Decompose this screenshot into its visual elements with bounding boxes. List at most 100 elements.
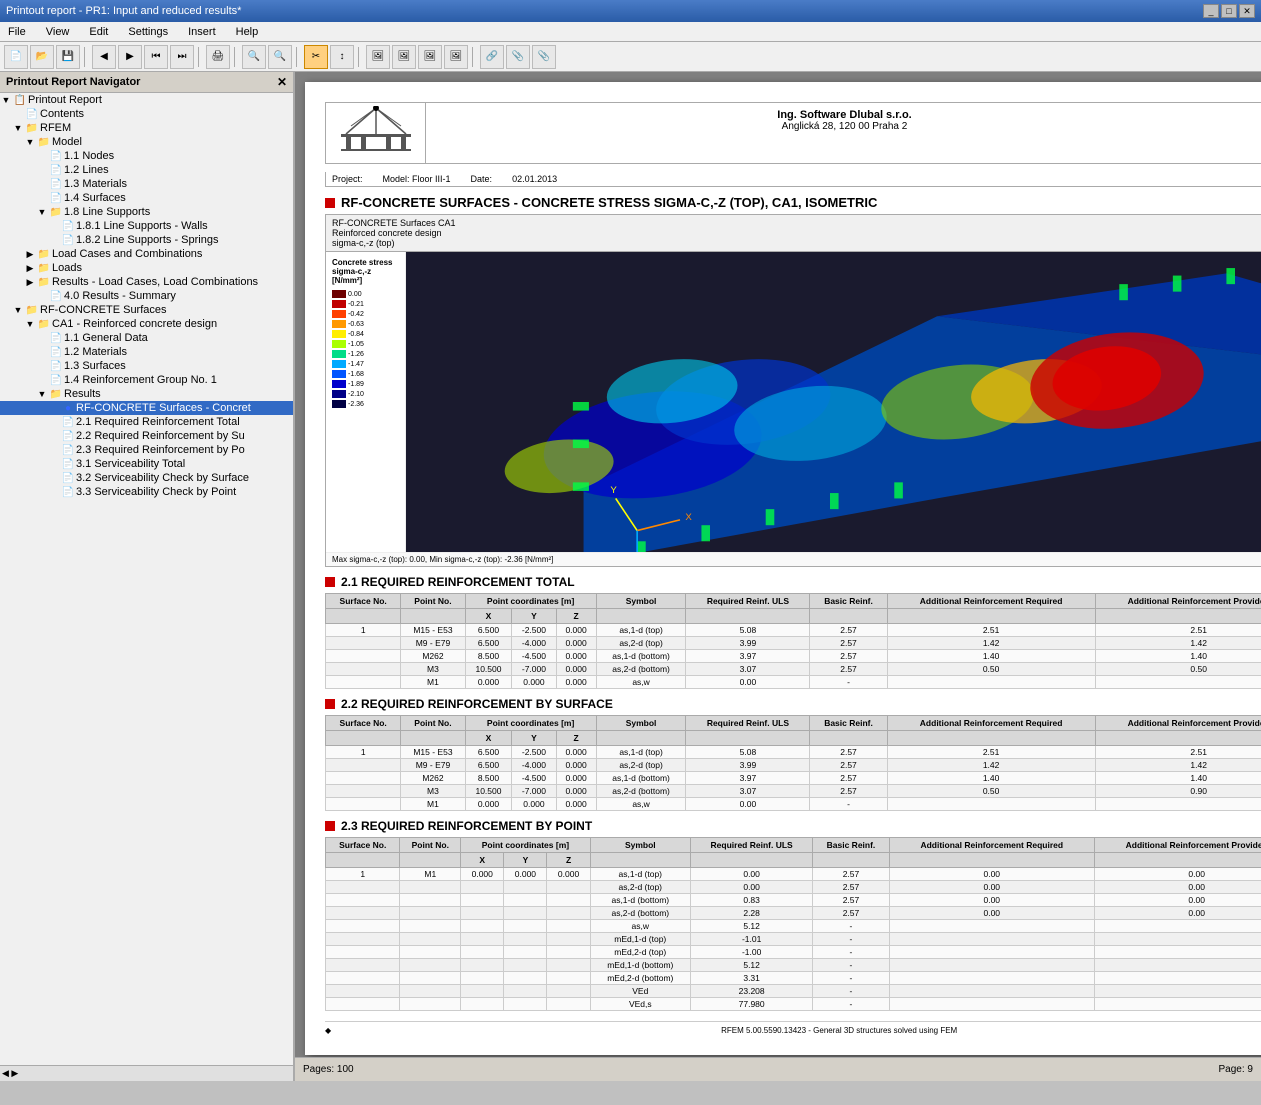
toolbar-open[interactable]: 📂 [30, 45, 54, 69]
table-row: VEd23.208-kN/m [326, 985, 1261, 998]
toolbar-link2[interactable]: 📎 [506, 45, 530, 69]
tree-item-rfem[interactable]: ▼📁RFEM [0, 121, 293, 135]
toolbar-fwd[interactable]: ▶ [118, 45, 142, 69]
table-cell [461, 907, 504, 920]
tree-item-line_supp_walls[interactable]: 📄1.8.1 Line Supports - Walls [0, 219, 293, 233]
toolbar-select[interactable]: ✂ [304, 45, 328, 69]
tree-toggle[interactable]: ▼ [36, 389, 48, 399]
tree-item-results_summary[interactable]: 📄4.0 Results - Summary [0, 289, 293, 303]
menu-settings[interactable]: Settings [124, 24, 172, 40]
panel-scrollbar[interactable]: ◀ ▶ [0, 1065, 293, 1081]
toolbar-save[interactable]: 💾 [56, 45, 80, 69]
toolbar-img3[interactable]: 🖼 [418, 45, 442, 69]
tree-icon: 📄 [48, 347, 64, 358]
minimize-button[interactable]: _ [1203, 4, 1219, 18]
toolbar-move[interactable]: ↕ [330, 45, 354, 69]
tree-toggle[interactable]: ▼ [24, 319, 36, 329]
legend-item: -1.68 [332, 370, 364, 378]
tree-item-reinf_group[interactable]: 📄1.4 Reinforcement Group No. 1 [0, 373, 293, 387]
tree-item-materials2[interactable]: 📄1.2 Materials [0, 345, 293, 359]
table-row: mEd,2-d (top)-1.00-kNm/m [326, 946, 1261, 959]
tree-item-contents[interactable]: 📄Contents [0, 107, 293, 121]
tree-item-nodes[interactable]: 📄1.1 Nodes [0, 149, 293, 163]
tree-item-printout[interactable]: ▼📋Printout Report [0, 93, 293, 107]
table-cell: -1.00 [690, 946, 812, 959]
tree-toggle[interactable]: ▼ [12, 305, 24, 315]
tree-toggle[interactable]: ▼ [36, 207, 48, 217]
tree-toggle[interactable]: ▶ [24, 277, 36, 288]
table-cell: 2.57 [810, 772, 887, 785]
tree-item-surfaces[interactable]: 📄1.4 Surfaces [0, 191, 293, 205]
maximize-button[interactable]: □ [1221, 4, 1237, 18]
image-header: RF-CONCRETE Surfaces CA1 Reinforced conc… [326, 215, 1261, 252]
toolbar-link1[interactable]: 🔗 [480, 45, 504, 69]
toolbar-img1[interactable]: 🖼 [366, 45, 390, 69]
tree-toggle[interactable]: ▼ [12, 123, 24, 133]
close-button[interactable]: ✕ [1239, 4, 1255, 18]
table-cell: 2.57 [813, 907, 889, 920]
table-cell: -4.500 [512, 772, 556, 785]
toolbar-zoom[interactable]: 🔍 [268, 45, 292, 69]
table-cell: as,w [590, 920, 690, 933]
toolbar-first[interactable]: ⏮ [144, 45, 168, 69]
tree-label: 1.8 Line Supports [64, 206, 293, 218]
menu-edit[interactable]: Edit [85, 24, 112, 40]
table-cell: 0.00 [889, 894, 1094, 907]
tree-item-results[interactable]: ▶📁Results - Load Cases, Load Combination… [0, 275, 293, 289]
toolbar-prev[interactable]: ⏭ [170, 45, 194, 69]
tree-item-loads[interactable]: ▶📁Loads [0, 261, 293, 275]
tree-item-materials[interactable]: 📄1.3 Materials [0, 177, 293, 191]
tree-item-svc_surf[interactable]: 📄3.2 Serviceability Check by Surface [0, 471, 293, 485]
tree-item-req_reinf_total[interactable]: 📄2.1 Required Reinforcement Total [0, 415, 293, 429]
tree-item-line_supports[interactable]: ▼📁1.8 Line Supports [0, 205, 293, 219]
tree-toggle[interactable]: ▼ [24, 137, 36, 147]
tree-item-lines[interactable]: 📄1.2 Lines [0, 163, 293, 177]
table-cell [326, 798, 401, 811]
tree-toggle[interactable]: ▼ [0, 95, 12, 105]
table-row: as,1-d (bottom)0.832.570.000.00cm²/m [326, 894, 1261, 907]
tree-toggle[interactable]: ▶ [24, 263, 36, 274]
menu-view[interactable]: View [42, 24, 74, 40]
table-cell: 0.50 [887, 785, 1095, 798]
menu-help[interactable]: Help [232, 24, 263, 40]
tree-item-req_reinf_point[interactable]: 📄2.3 Required Reinforcement by Po [0, 443, 293, 457]
tree-toggle[interactable]: ▶ [24, 249, 36, 260]
tree-item-rf_conc_sel[interactable]: ●RF-CONCRETE Surfaces - Concret [0, 401, 293, 415]
table-cell: -7.000 [512, 785, 556, 798]
table-cell: - [813, 920, 889, 933]
toolbar-print[interactable]: 🖨 [206, 45, 230, 69]
tree-item-results2[interactable]: ▼📁Results [0, 387, 293, 401]
table-cell: -4.000 [512, 759, 556, 772]
toolbar-new[interactable]: 📄 [4, 45, 28, 69]
tree-item-general_data[interactable]: 📄1.1 General Data [0, 331, 293, 345]
toolbar-back[interactable]: ◀ [92, 45, 116, 69]
tree-item-line_supp_springs[interactable]: 📄1.8.2 Line Supports - Springs [0, 233, 293, 247]
toolbar-img2[interactable]: 🖼 [392, 45, 416, 69]
section-21-label: 2.1 REQUIRED REINFORCEMENT TOTAL [341, 575, 575, 589]
tree-icon: 📄 [60, 431, 76, 442]
tree-item-svc_total[interactable]: 📄3.1 Serviceability Total [0, 457, 293, 471]
section-23-title: 2.3 REQUIRED REINFORCEMENT BY POINT [325, 819, 1261, 833]
table-cell [1094, 946, 1261, 959]
tree-item-model[interactable]: ▼📁Model [0, 135, 293, 149]
tree-item-req_reinf_surf[interactable]: 📄2.2 Required Reinforcement by Su [0, 429, 293, 443]
tree-item-svc_point[interactable]: 📄3.3 Serviceability Check by Point [0, 485, 293, 499]
window-controls[interactable]: _ □ ✕ [1203, 4, 1255, 18]
tree-item-ca1[interactable]: ▼📁CA1 - Reinforced concrete design [0, 317, 293, 331]
panel-close-button[interactable]: ✕ [277, 75, 287, 89]
tree-item-load_cases[interactable]: ▶📁Load Cases and Combinations [0, 247, 293, 261]
table-cell: 10.500 [465, 663, 512, 676]
tree-label: RFEM [40, 122, 293, 134]
page-container[interactable]: Ing. Software Dlubal s.r.o. Anglická 28,… [295, 72, 1261, 1057]
menu-insert[interactable]: Insert [184, 24, 220, 40]
toolbar-link3[interactable]: 📎 [532, 45, 556, 69]
tree-item-surfaces2[interactable]: 📄1.3 Surfaces [0, 359, 293, 373]
tree-container[interactable]: ▼📋Printout Report📄Contents▼📁RFEM▼📁Model📄… [0, 93, 293, 1065]
toolbar-search[interactable]: 🔍 [242, 45, 266, 69]
table-cell [1095, 798, 1261, 811]
section-23-label: 2.3 REQUIRED REINFORCEMENT BY POINT [341, 819, 592, 833]
menu-file[interactable]: File [4, 24, 30, 40]
tree-item-rf_concrete[interactable]: ▼📁RF-CONCRETE Surfaces [0, 303, 293, 317]
toolbar-img4[interactable]: 🖼 [444, 45, 468, 69]
tree-icon: 📄 [48, 151, 64, 162]
